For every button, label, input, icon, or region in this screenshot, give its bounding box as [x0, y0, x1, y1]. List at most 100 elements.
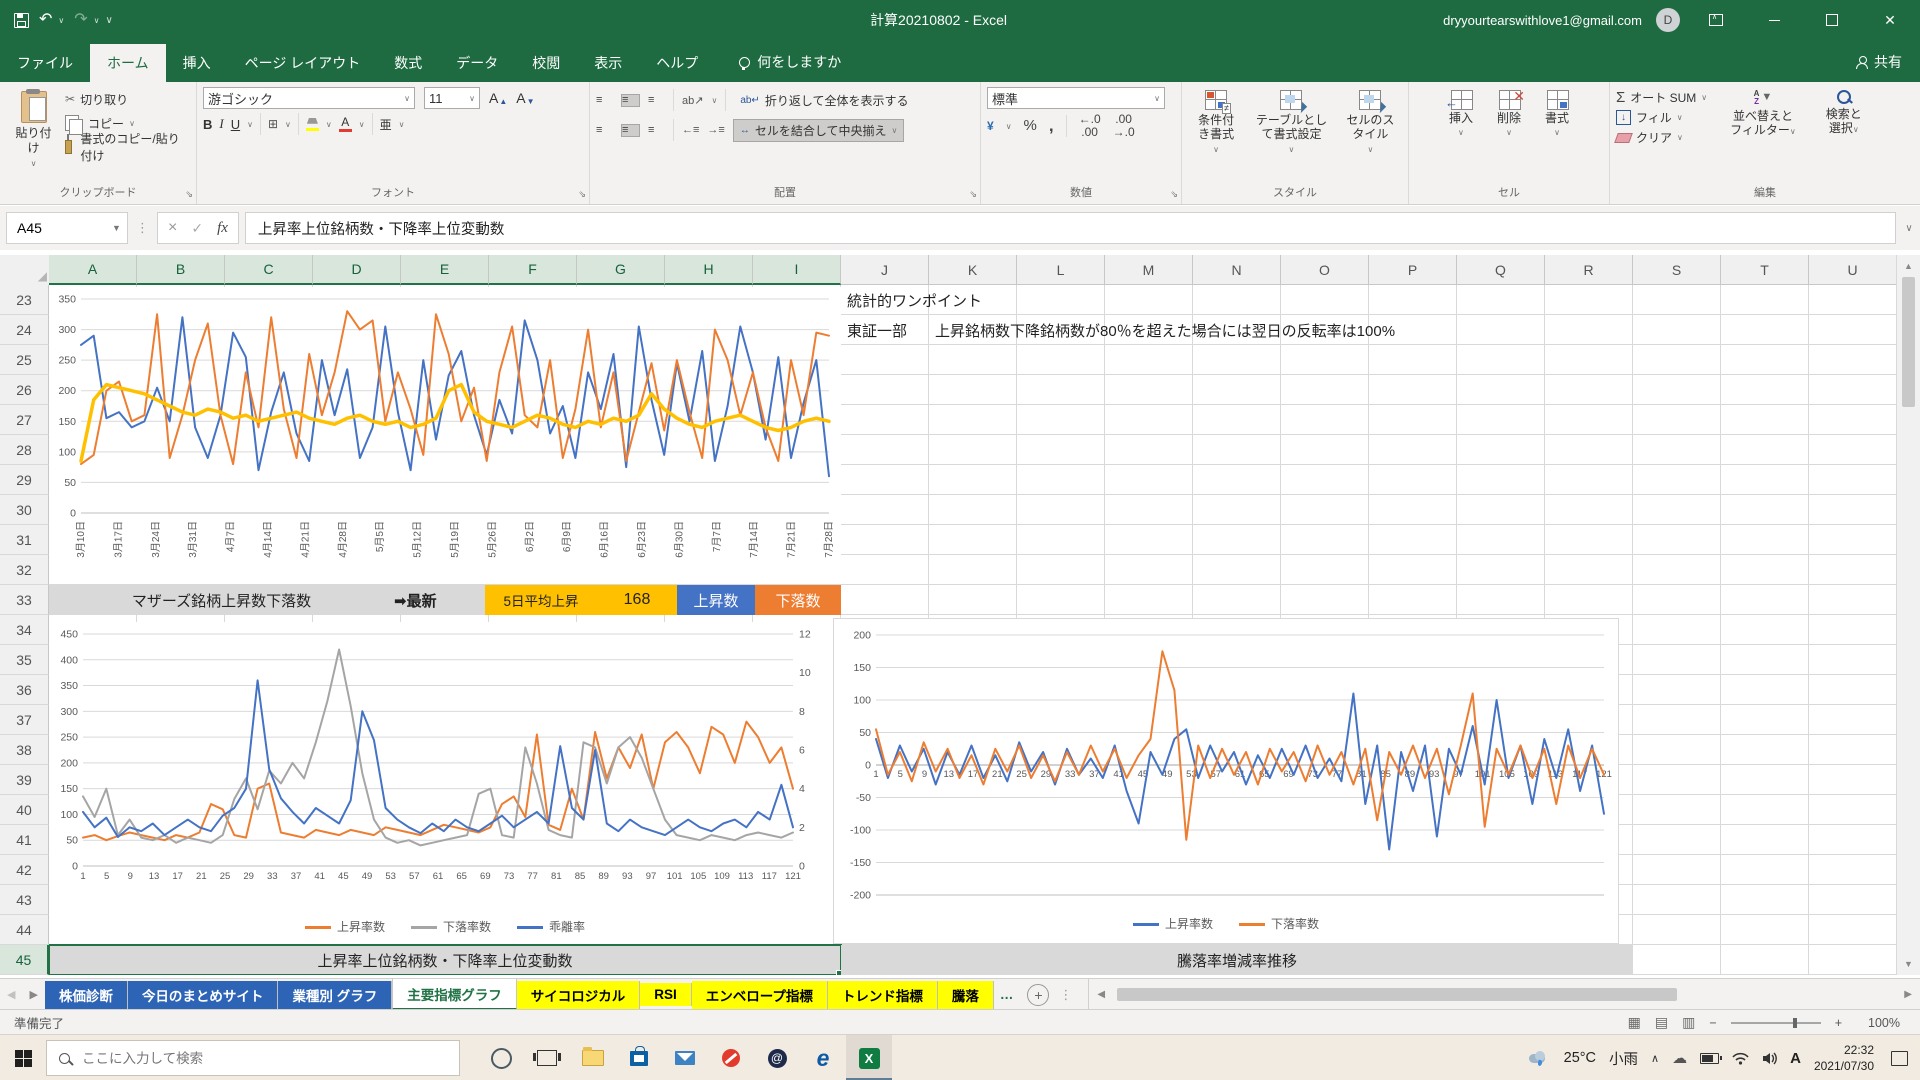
start-button[interactable] [0, 1050, 46, 1067]
insert-cells-button[interactable]: ← 挿入∨ [1442, 87, 1480, 141]
weather-desc[interactable]: 小雨 [1609, 1048, 1638, 1069]
scroll-up-icon[interactable]: ▲ [1904, 261, 1913, 271]
clipboard-dialog-launcher-icon[interactable]: ⇘ [185, 189, 193, 200]
clock[interactable]: 22:32 2021/07/30 [1814, 1042, 1874, 1074]
italic-button[interactable]: I [219, 116, 223, 132]
row-header-39[interactable]: 39 [0, 765, 49, 795]
phonetic-guide-button[interactable]: 亜 [380, 116, 392, 133]
row-header-35[interactable]: 35 [0, 645, 49, 675]
shrink-font-button[interactable]: A▼ [516, 90, 534, 106]
delete-cells-button[interactable]: ✕ 削除∨ [1490, 87, 1528, 141]
account-email[interactable]: dryyourtearswithlove1@gmail.com [1443, 13, 1642, 28]
align-center-button[interactable]: ≡ [621, 124, 640, 137]
middle-align-button[interactable]: ≡ [621, 94, 640, 107]
borders-button[interactable]: ⊞ [268, 117, 278, 131]
zoom-out-icon[interactable]: − [1709, 1016, 1716, 1030]
column-header-O[interactable]: O [1281, 255, 1369, 285]
sheet-tab-0[interactable]: 株価診断 [45, 981, 128, 1009]
orientation-button[interactable]: ab↗ [682, 94, 703, 107]
column-header-Q[interactable]: Q [1457, 255, 1545, 285]
chart-updown-rate[interactable]: 0501001502002503003504004500246810121591… [49, 622, 841, 944]
row-header-26[interactable]: 26 [0, 375, 49, 405]
tray-expand-icon[interactable]: ∧ [1651, 1052, 1659, 1065]
row-header-42[interactable]: 42 [0, 855, 49, 885]
cells-grid[interactable]: 統計的ワンポイント 東証一部 上昇銘柄数下降銘柄数が80％を超えた場合には翌日の… [49, 285, 1897, 975]
sheet-tab-2[interactable]: 業種別 グラフ [278, 981, 392, 1009]
zoom-in-icon[interactable]: + [1835, 1016, 1842, 1030]
top-align-button[interactable]: ≡ [596, 95, 613, 106]
ime-indicator[interactable]: A [1790, 1050, 1801, 1067]
tell-me-search[interactable]: 何をしますか [739, 52, 841, 82]
column-header-R[interactable]: R [1545, 255, 1633, 285]
paste-button[interactable]: 貼り付け ∨ [6, 87, 61, 173]
ribbon-tab-7[interactable]: 表示 [577, 44, 639, 82]
fill-button[interactable]: ↓フィル∨ [1616, 109, 1707, 126]
account-avatar[interactable]: D [1656, 8, 1680, 32]
decrease-decimal-button[interactable]: .00→.0 [1113, 113, 1135, 138]
sheet-nav-prev-icon[interactable]: ◀ [0, 988, 22, 1001]
row-header-27[interactable]: 27 [0, 405, 49, 435]
cancel-icon[interactable]: × [168, 219, 177, 237]
select-all-corner[interactable]: ◢ [0, 255, 50, 286]
file-explorer-button[interactable] [570, 1035, 616, 1080]
speaker-icon[interactable] [1762, 1052, 1777, 1065]
normal-view-icon[interactable]: ▦ [1628, 1014, 1641, 1031]
increase-decimal-button[interactable]: ←.0.00 [1079, 113, 1101, 138]
sheet-tab-8[interactable]: 騰落 [938, 981, 994, 1009]
row-header-44[interactable]: 44 [0, 915, 49, 945]
row-header-34[interactable]: 34 [0, 615, 49, 645]
column-header-F[interactable]: F [489, 255, 577, 285]
ribbon-tab-5[interactable]: データ [439, 44, 515, 82]
undo-icon[interactable]: ↶ [39, 12, 52, 28]
row-header-45[interactable]: 45 [0, 945, 49, 975]
align-right-button[interactable]: ≡ [648, 125, 665, 136]
percent-format-button[interactable]: % [1024, 118, 1037, 134]
insert-function-icon[interactable]: fx [217, 220, 228, 237]
column-header-S[interactable]: S [1633, 255, 1721, 285]
column-header-E[interactable]: E [401, 255, 489, 285]
row33-band[interactable]: マザーズ銘柄上昇数下落数 ➡最新 5日平均上昇 168 上昇数 下落数 [49, 585, 841, 615]
name-box[interactable]: ▼ [6, 212, 128, 244]
weather-icon[interactable] [1529, 1051, 1551, 1065]
merge-center-button[interactable]: ↔セルを結合して中央揃え∨ [733, 119, 905, 142]
cell-styles-button[interactable]: セルのスタイル∨ [1339, 87, 1402, 157]
row-header-23[interactable]: 23 [0, 285, 49, 315]
decrease-indent-button[interactable]: ←≡ [682, 124, 699, 136]
align-left-button[interactable]: ≡ [596, 125, 613, 136]
font-dialog-launcher-icon[interactable]: ⇘ [578, 189, 586, 200]
ribbon-tab-3[interactable]: ページ レイアウト [228, 44, 378, 82]
row-header-29[interactable]: 29 [0, 465, 49, 495]
ribbon-tab-6[interactable]: 校閲 [515, 44, 577, 82]
row-header-38[interactable]: 38 [0, 735, 49, 765]
column-header-T[interactable]: T [1721, 255, 1809, 285]
row-header-30[interactable]: 30 [0, 495, 49, 525]
number-format-select[interactable]: 標準∨ [987, 87, 1165, 109]
close-button[interactable]: ✕ [1868, 0, 1912, 40]
grow-font-button[interactable]: A▲ [489, 90, 507, 106]
undo-dropdown-icon[interactable]: ∨ [58, 16, 64, 25]
row-header-25[interactable]: 25 [0, 345, 49, 375]
sheet-tab-6[interactable]: エンベロープ指標 [692, 981, 828, 1009]
hscroll-left-icon[interactable]: ◀ [1089, 989, 1113, 1000]
new-sheet-button[interactable]: + [1027, 984, 1049, 1006]
hscroll-right-icon[interactable]: ▶ [1896, 989, 1920, 1000]
row-header-40[interactable]: 40 [0, 795, 49, 825]
bottom-align-button[interactable]: ≡ [648, 95, 665, 106]
column-header-B[interactable]: B [137, 255, 225, 285]
column-header-C[interactable]: C [225, 255, 313, 285]
sheet-tab-4[interactable]: サイコロジカル [517, 981, 641, 1009]
column-header-M[interactable]: M [1105, 255, 1193, 285]
wrap-text-button[interactable]: ab↵折り返して全体を表示する [734, 90, 914, 111]
font-name-select[interactable]: 游ゴシック∨ [203, 87, 415, 109]
row-header-43[interactable]: 43 [0, 885, 49, 915]
page-break-view-icon[interactable]: ▥ [1682, 1014, 1695, 1031]
ribbon-tab-4[interactable]: 数式 [377, 44, 439, 82]
selected-merged-cell-a45[interactable]: 上昇率上位銘柄数・下降率上位変動数 [49, 945, 841, 975]
row-header-41[interactable]: 41 [0, 825, 49, 855]
onedrive-icon[interactable]: ☁ [1672, 1049, 1687, 1067]
conditional-formatting-button[interactable]: ≠ 条件付き書式∨ [1188, 87, 1244, 157]
minimize-button[interactable] [1752, 0, 1796, 40]
sheet-nav-next-icon[interactable]: ▶ [22, 988, 44, 1001]
battery-icon[interactable] [1700, 1053, 1719, 1064]
font-color-button[interactable]: A [339, 116, 352, 132]
